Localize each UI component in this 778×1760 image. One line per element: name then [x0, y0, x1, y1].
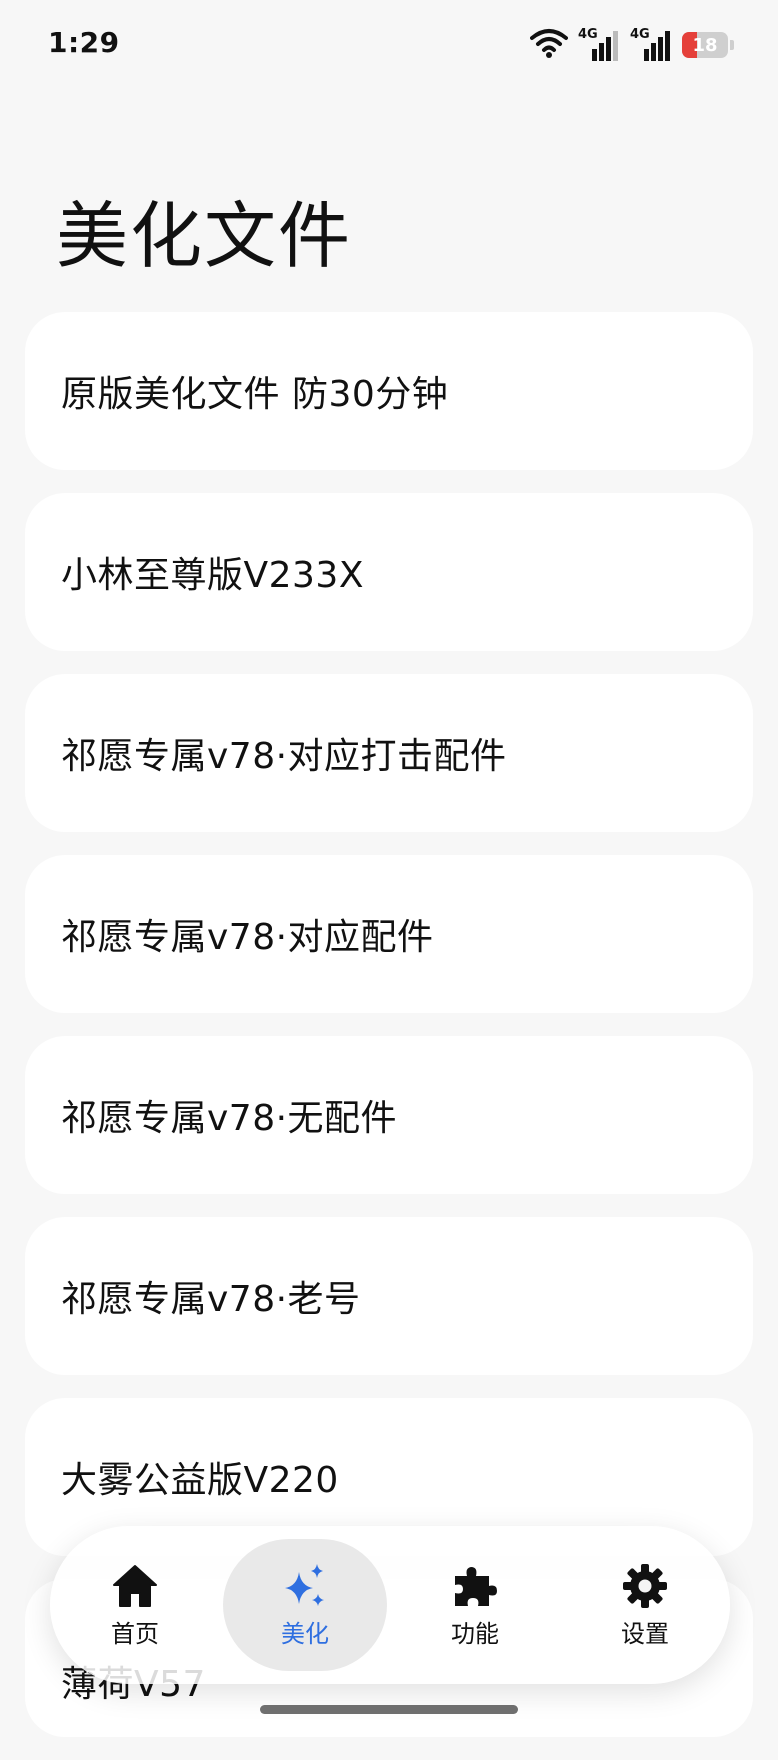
- list-item-label: 原版美化文件 防30分钟: [61, 374, 449, 415]
- home-icon: [111, 1562, 159, 1610]
- bottom-nav: 首页 美化 功能 设置: [50, 1526, 730, 1684]
- home-indicator[interactable]: [260, 1705, 518, 1714]
- nav-tab-home-label: 首页: [111, 1619, 159, 1648]
- nav-tab-settings-label: 设置: [621, 1619, 669, 1648]
- list-item[interactable]: 原版美化文件 防30分钟: [25, 312, 753, 470]
- list-item[interactable]: 小林至尊版V233X: [25, 493, 753, 651]
- list-item[interactable]: 祁愿专属v78·对应配件: [25, 855, 753, 1013]
- cellular-signal-2-icon: 4G: [630, 27, 672, 61]
- cellular-signal-1-icon: 4G: [578, 27, 620, 61]
- nav-tab-beautify[interactable]: 美化: [223, 1539, 387, 1671]
- sparkle-icon: [281, 1562, 329, 1610]
- nav-tab-features[interactable]: 功能: [393, 1539, 557, 1671]
- status-icons: 4G 4G 18: [530, 27, 734, 62]
- page-title: 美化文件: [56, 194, 353, 278]
- battery-icon: 18: [682, 32, 728, 58]
- nav-tab-features-label: 功能: [451, 1619, 499, 1648]
- wifi-icon: [530, 28, 568, 62]
- battery-level: 18: [692, 34, 718, 56]
- status-bar: 1:29 4G 4G 18: [0, 0, 778, 90]
- nav-tab-home[interactable]: 首页: [53, 1539, 217, 1671]
- puzzle-icon: [451, 1562, 499, 1610]
- list-item[interactable]: 祁愿专属v78·无配件: [25, 1036, 753, 1194]
- battery-tip: [730, 40, 734, 50]
- list-item-label: 祁愿专属v78·对应打击配件: [61, 736, 507, 777]
- list-item-label: 小林至尊版V233X: [61, 555, 365, 596]
- list-item[interactable]: 祁愿专属v78·老号: [25, 1217, 753, 1375]
- list-item-label: 大雾公益版V220: [61, 1460, 339, 1501]
- nav-tab-beautify-label: 美化: [281, 1619, 329, 1648]
- list-item[interactable]: 祁愿专属v78·对应打击配件: [25, 674, 753, 832]
- status-time: 1:29: [48, 26, 120, 59]
- gear-icon: [621, 1562, 669, 1610]
- list-item-label: 祁愿专属v78·无配件: [61, 1098, 398, 1139]
- list-item-label: 祁愿专属v78·对应配件: [61, 917, 434, 958]
- nav-tab-settings[interactable]: 设置: [563, 1539, 727, 1671]
- list-item-label: 祁愿专属v78·老号: [61, 1279, 361, 1320]
